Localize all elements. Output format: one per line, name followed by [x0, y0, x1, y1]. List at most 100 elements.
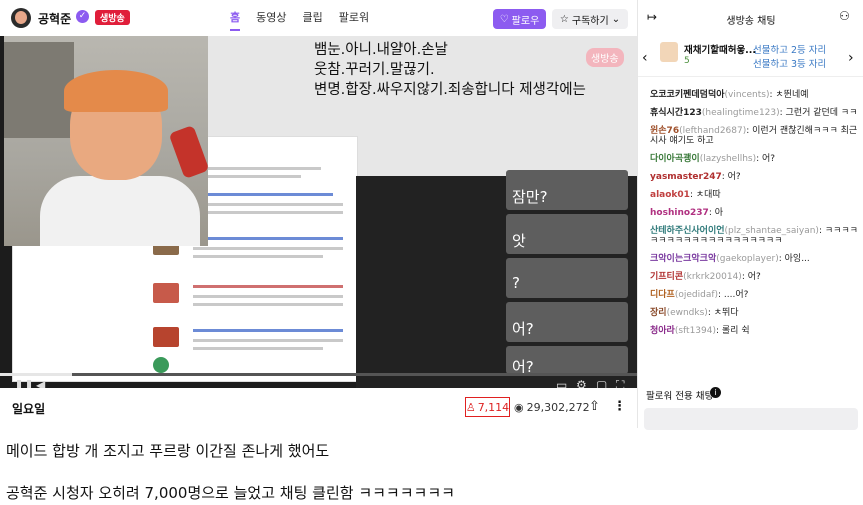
video-chat-bubble: 어? — [506, 302, 628, 342]
fullscreen-icon[interactable]: ⛶ — [616, 378, 624, 388]
overlay-line: 뱀눈.아니.내얄아.손날 — [314, 42, 448, 58]
info-icon[interactable]: i — [710, 387, 721, 398]
chat-message: 장리(ewndks): ㅊ뛰다 — [650, 308, 862, 318]
chat-nick[interactable]: 오코코키펜데덤덕아 — [650, 90, 725, 100]
subscribe-button[interactable]: ☆ 구독하기 ⌄ — [552, 9, 628, 29]
chat-message: 오코코키펜데덤덕아(vincents): ㅊ뛴네예 — [650, 90, 862, 100]
chat-uid: (gaekoplayer) — [716, 254, 779, 264]
overlay-line: 변명.합장.싸우지않기.죄송합니다 제생각에는 — [314, 82, 586, 98]
chat-text: : ....어? — [718, 290, 749, 300]
overlay-line: 웃참.꾸러기.말끊기. — [314, 62, 435, 78]
chat-nick[interactable]: 산테하주신사어이언 — [650, 226, 725, 236]
chat-uid: (ojedidaf) — [674, 290, 719, 300]
bubble-message: ? — [512, 274, 520, 292]
thumbnail — [153, 327, 179, 347]
chat-text: : 어? — [721, 172, 741, 182]
chat-text: : 롤리 쉭 — [716, 326, 750, 336]
eye-icon: ◉ — [514, 401, 524, 414]
chat-message: 기프티콘(krkrk20014): 어? — [650, 272, 862, 282]
theater-icon[interactable]: ▢ — [596, 378, 607, 388]
browser-line — [193, 247, 343, 250]
streamer-hair — [64, 70, 168, 112]
users-icon[interactable]: ⚇ — [839, 9, 850, 23]
tab-followers[interactable]: 팔로워 — [339, 9, 369, 31]
browser-line — [193, 203, 343, 206]
gift-slot-3[interactable]: 선물하고 3등 자리 — [753, 56, 826, 70]
chat-nick[interactable]: alaok01 — [650, 190, 690, 200]
chat-message: yasmaster247: 어? — [650, 172, 862, 182]
volume-icon[interactable]: ◀ — [36, 378, 45, 388]
heart-icon: ♡ — [499, 13, 509, 25]
chat-header: ↦ 생방송 채팅 ⚇ — [638, 0, 863, 36]
browser-line — [193, 303, 343, 306]
follower-only-label: 팔로워 전용 채팅 — [646, 391, 714, 402]
chat-toggle-icon[interactable]: ▭ — [556, 378, 567, 388]
tab-home[interactable]: 홈 — [230, 9, 241, 31]
pause-icon[interactable]: ❚❚ — [14, 378, 34, 388]
channel-header: 공혁준 ✓ 생방송 홈 동영상 클립 팔로워 ♡ 팔로우 ☆ 구독하기 ⌄ — [0, 0, 637, 36]
chat-text: : 아 — [708, 208, 724, 218]
more-icon[interactable]: ⋮ — [613, 399, 626, 414]
overlay-text: 뱀눈.아니.내얄아.손날 웃참.꾸러기.말끊기. 변명.합장.싸우지않기.죄송합… — [314, 40, 614, 100]
chat-message: 청아라(sft1394): 롤리 쉭 — [650, 326, 862, 336]
chat-nick[interactable]: 윈손76 — [650, 126, 679, 136]
gift-user: 재채기할때허읗... — [684, 45, 757, 56]
webcam-feed — [4, 36, 208, 246]
share-icon[interactable]: ⇧ — [589, 399, 600, 414]
browser-line — [193, 211, 343, 214]
chat-uid: (vincents) — [724, 90, 770, 100]
chat-nick[interactable]: 크악이는크악크악 — [650, 254, 716, 264]
chat-uid: (healingtime123) — [701, 108, 780, 118]
chevron-left-icon[interactable]: ‹ — [642, 50, 648, 66]
viewer-count: ♙ 7,114 — [465, 397, 510, 417]
caption-line: 메이드 합방 개 조지고 푸르랑 이간질 존나게 했어도 — [6, 442, 330, 460]
browser-line — [193, 255, 323, 258]
chevron-right-icon[interactable]: › — [848, 50, 854, 66]
settings-icon[interactable]: ⚙ — [576, 378, 587, 388]
chat-message: 윈손76(lefthand2687): 이런거 괜찮긴해ㅋㅋㅋ 최근 시사 얘기… — [650, 126, 862, 146]
chat-message: 휴식시간123(healingtime123): 그런거 같던데 ㅋㅋ — [650, 108, 862, 118]
chat-nick[interactable]: hoshino237 — [650, 208, 709, 218]
follow-button[interactable]: ♡ 팔로우 — [493, 9, 546, 29]
chat-nick[interactable]: 청아라 — [650, 326, 675, 336]
verified-icon: ✓ — [76, 10, 89, 23]
browser-line — [193, 295, 343, 298]
chat-nick[interactable]: 장리 — [650, 308, 667, 318]
chat-nick[interactable]: 휴식시간123 — [650, 108, 702, 118]
chat-uid: (plz_shantae_saiyan) — [724, 226, 819, 236]
chat-nick[interactable]: yasmaster247 — [650, 172, 722, 182]
thumbnail — [153, 283, 179, 303]
caption-line: 공혁준 시청자 오히려 7,000명으로 늘었고 채팅 클린함 ㅋㅋㅋㅋㅋㅋㅋ — [6, 484, 455, 502]
chat-message: alaok01: ㅊ대따 — [650, 190, 862, 200]
star-icon: ☆ — [559, 13, 569, 25]
browser-line — [193, 329, 343, 332]
chat-message: 산테하주신사어이언(plz_shantae_saiyan): ㅋㅋㅋㅋㅋㅋㅋㅋㅋ… — [650, 226, 862, 246]
chat-message: hoshino237: 아 — [650, 208, 862, 218]
video-title: 일요일 — [12, 402, 46, 416]
bubble-message: 어? — [512, 320, 534, 338]
person-icon: ♙ — [465, 400, 476, 414]
tab-clips[interactable]: 클립 — [303, 9, 323, 31]
chat-uid: (sft1394) — [674, 326, 716, 336]
chat-text: : ㅊ뛴네예 — [769, 90, 809, 100]
video-chat-bubble: ? — [506, 258, 628, 298]
browser-line — [193, 347, 323, 350]
tab-videos[interactable]: 동영상 — [256, 9, 286, 31]
gift-count: 5 — [684, 56, 690, 66]
chat-nick[interactable]: 기프티콘 — [650, 272, 683, 282]
chat-input[interactable] — [644, 408, 858, 430]
video-chat-bubble: 앗 — [506, 214, 628, 254]
avatar[interactable] — [11, 8, 31, 28]
gift-slot-2[interactable]: 선물하고 2등 자리 — [753, 42, 826, 56]
video-player[interactable]: 뱀눈.아니.내얄아.손날 웃참.꾸러기.말끊기. 변명.합장.싸우지않기.죄송합… — [0, 36, 637, 388]
chat-nick[interactable]: 디다프 — [650, 290, 675, 300]
progress-bar[interactable] — [0, 373, 637, 376]
progress-fill — [0, 373, 72, 376]
chat-message: 디다프(ojedidaf): ....어? — [650, 290, 862, 300]
chat-message: 다이아곡괭이(lazyshellhs): 어? — [650, 154, 862, 164]
chat-uid: (krkrk20014) — [683, 272, 742, 282]
channel-name[interactable]: 공혁준 — [38, 10, 71, 27]
chat-uid: (lefthand2687) — [679, 126, 747, 136]
overlay-live-tag: 생방송 — [586, 48, 624, 67]
chat-nick[interactable]: 다이아곡괭이 — [650, 154, 700, 164]
